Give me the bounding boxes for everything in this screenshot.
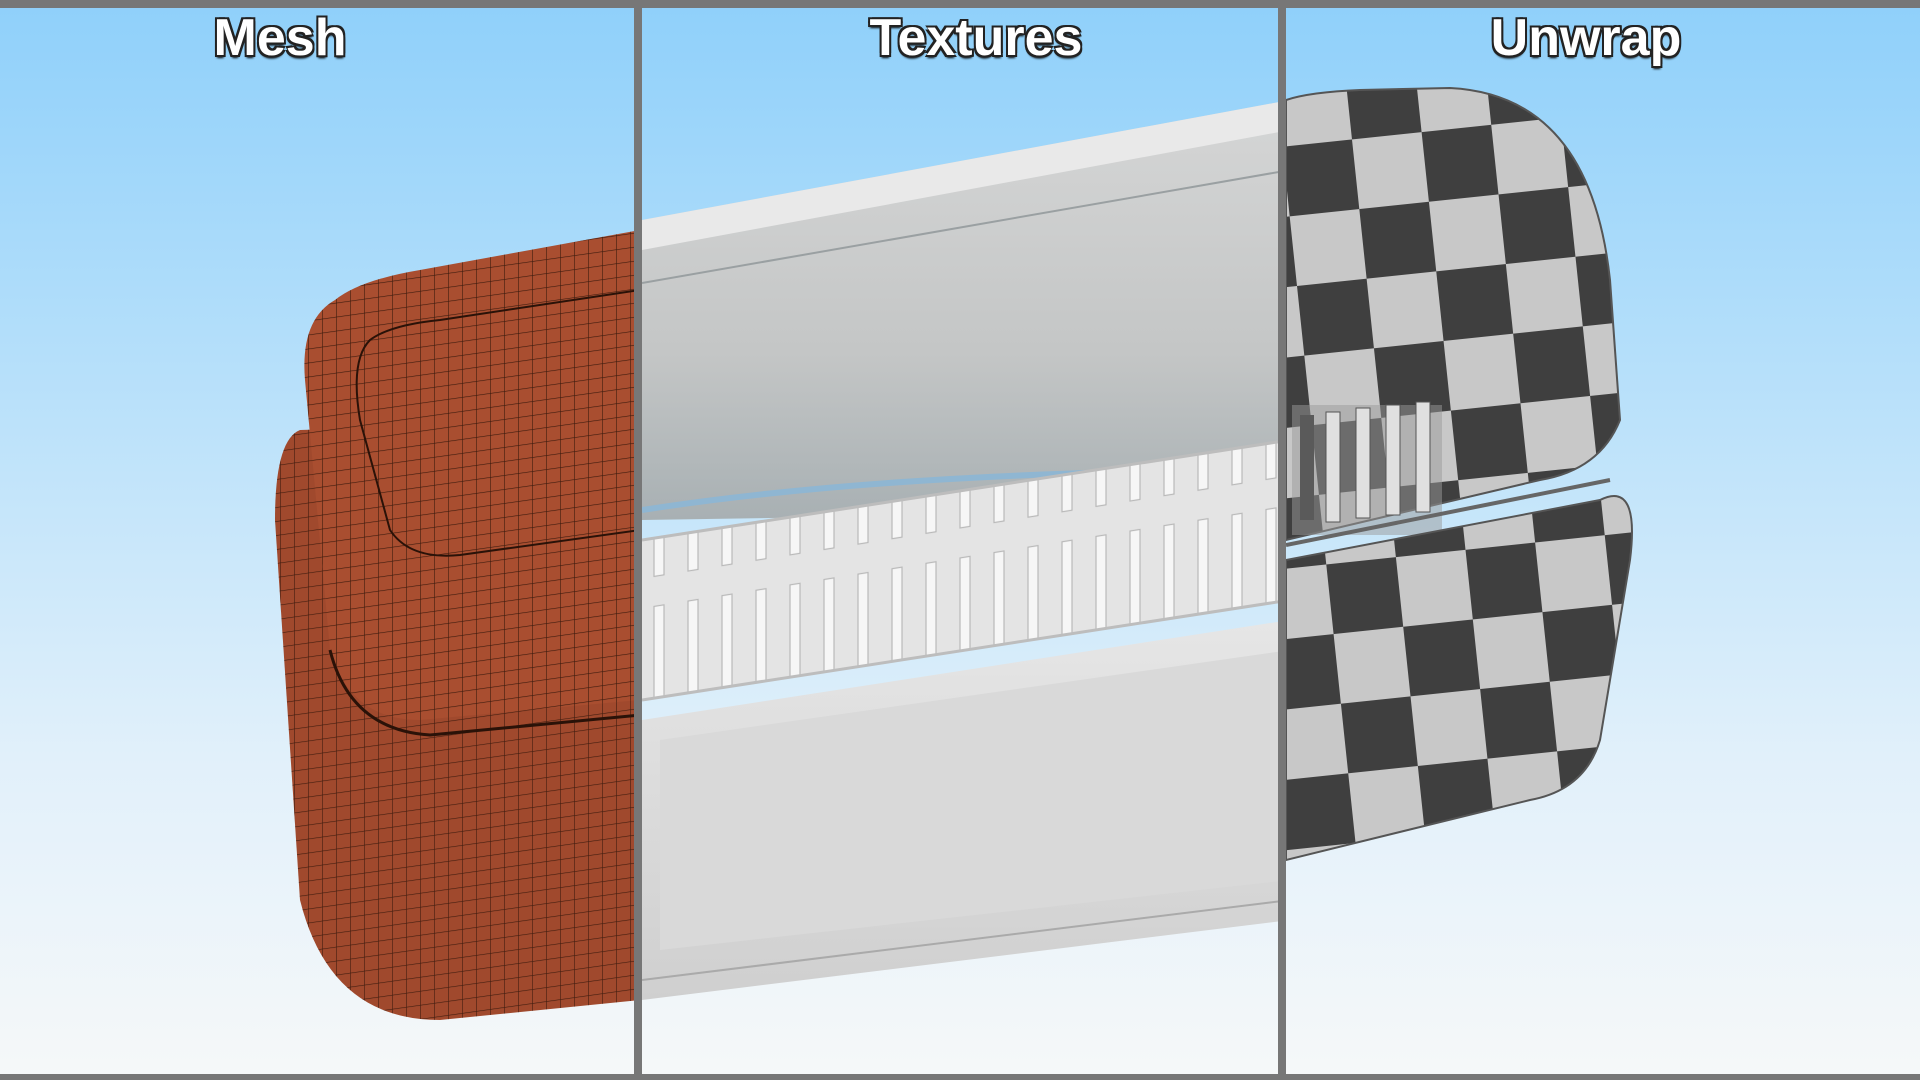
textures-panel-object <box>642 102 1278 1000</box>
render-viewport: Mesh Textures Unwrap <box>0 0 1920 1080</box>
divider-left <box>634 0 642 1080</box>
divider-right <box>1278 0 1286 1080</box>
panel-title-unwrap: Unwrap <box>1490 9 1682 67</box>
unwrap-panel-object <box>1286 86 1633 862</box>
panel-title-mesh: Mesh <box>213 9 347 67</box>
bottom-border <box>0 1074 1920 1080</box>
object-render <box>275 86 1633 1020</box>
panel-title-textures: Textures <box>869 9 1083 67</box>
top-border <box>0 0 1920 8</box>
mesh-panel-object <box>275 231 634 1020</box>
vent-detail <box>1292 401 1442 535</box>
